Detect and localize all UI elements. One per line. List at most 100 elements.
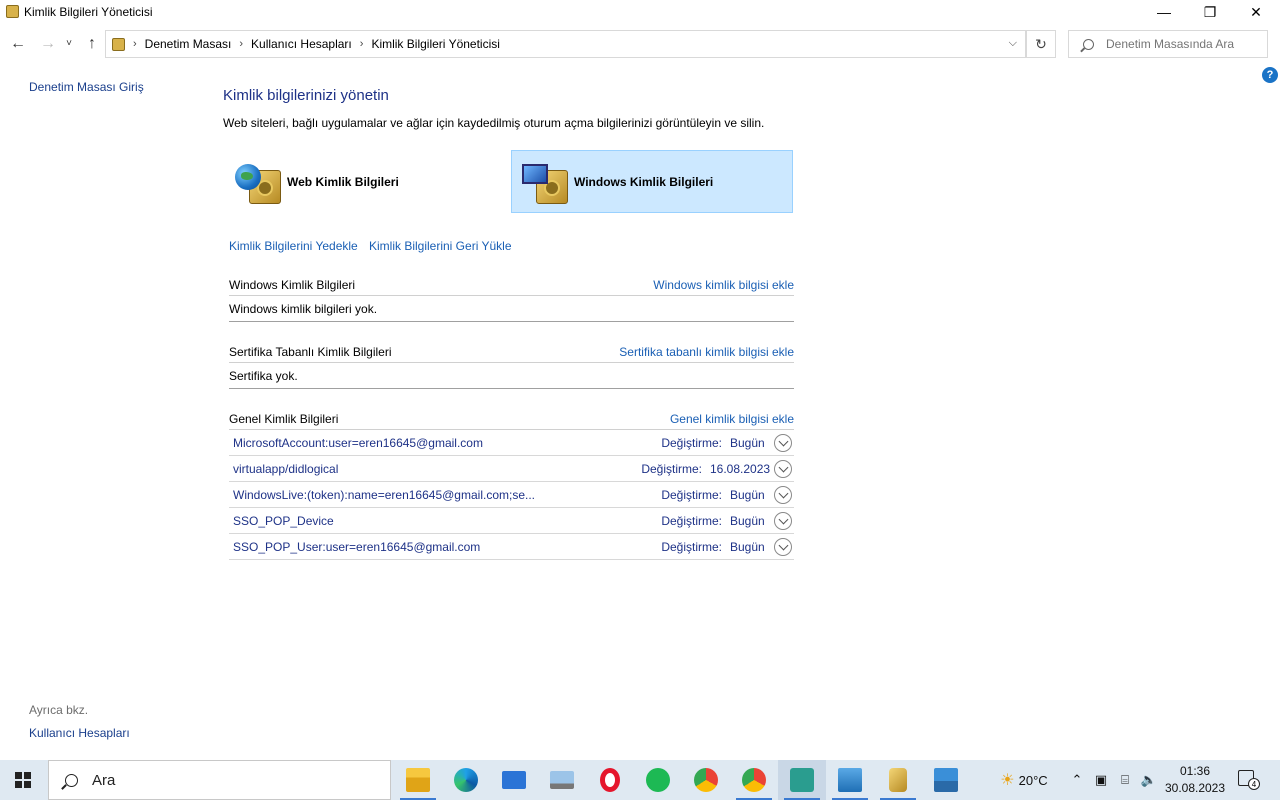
- credential-row[interactable]: virtualapp/didlogical Değiştirme: 16.08.…: [229, 456, 794, 482]
- add-windows-credential-link[interactable]: Windows kimlik bilgisi ekle: [653, 278, 794, 292]
- modified-label: Değiştirme:: [641, 461, 702, 476]
- credential-manager-icon: [6, 5, 19, 18]
- expand-chevron-icon[interactable]: [774, 537, 792, 556]
- security-app-icon[interactable]: [778, 760, 826, 800]
- close-button[interactable]: ✕: [1233, 0, 1279, 24]
- restore-button[interactable]: ❐: [1187, 0, 1233, 24]
- page-title: Kimlik bilgilerinizi yönetin: [223, 87, 389, 104]
- recent-locations-chevron-icon[interactable]: ˅: [62, 34, 76, 54]
- certificate-credentials-section: Sertifika Tabanlı Kimlik Bilgileri Serti…: [229, 341, 794, 389]
- monitor-vault-icon: [522, 158, 570, 206]
- restore-credentials-link[interactable]: Kimlik Bilgilerini Geri Yükle: [369, 239, 512, 253]
- taskbar-search-box[interactable]: Ara: [48, 760, 391, 800]
- breadcrumb-user-accounts[interactable]: Kullanıcı Hesapları: [251, 37, 352, 51]
- breadcrumb-separator-icon: ›: [133, 38, 137, 50]
- network-icon[interactable]: ⌸: [1114, 760, 1136, 800]
- start-button[interactable]: [0, 760, 46, 800]
- taskbar-search-text: Ara: [92, 771, 116, 789]
- credential-manager-icon[interactable]: [874, 760, 922, 800]
- edge-icon[interactable]: [442, 760, 490, 800]
- credential-row[interactable]: SSO_POP_Device Değiştirme: Bugün: [229, 508, 794, 534]
- notification-count-badge: 4: [1248, 778, 1260, 790]
- modified-label: Değiştirme:: [661, 539, 722, 554]
- search-input[interactable]: [1106, 37, 1256, 51]
- modified-label: Değiştirme:: [661, 487, 722, 502]
- address-bar-row: ← → ˅ ↑ › Denetim Masası › Kullanıcı Hes…: [0, 28, 1280, 60]
- web-credentials-label: Web Kimlik Bilgileri: [287, 174, 399, 189]
- empty-message: Windows kimlik bilgileri yok.: [229, 296, 794, 322]
- clock-date: 30.08.2023: [1164, 781, 1226, 795]
- web-credentials-tab[interactable]: Web Kimlik Bilgileri: [225, 150, 507, 213]
- credential-row[interactable]: WindowsLive:(token):name=eren16645@gmail…: [229, 482, 794, 508]
- modified-date: Bugün: [730, 487, 765, 502]
- credential-name: SSO_POP_Device: [233, 513, 334, 528]
- generic-credentials-section: Genel Kimlik Bilgileri Genel kimlik bilg…: [229, 408, 794, 560]
- mail-icon[interactable]: [490, 760, 538, 800]
- refresh-icon[interactable]: ↻: [1026, 30, 1056, 58]
- add-generic-credential-link[interactable]: Genel kimlik bilgisi ekle: [670, 412, 794, 426]
- notification-center-icon[interactable]: 4: [1238, 770, 1260, 790]
- taskbar: Ara ☀ 20°C ⌃ ▣ ⌸ 🔈 01:36 30.08.2023 4: [0, 760, 1280, 800]
- credential-row[interactable]: SSO_POP_User:user=eren16645@gmail.com De…: [229, 534, 794, 560]
- section-title: Genel Kimlik Bilgileri: [229, 411, 339, 426]
- empty-message: Sertifika yok.: [229, 363, 794, 389]
- control-panel-icon[interactable]: [826, 760, 874, 800]
- photos-icon[interactable]: [922, 760, 970, 800]
- help-icon[interactable]: ?: [1262, 67, 1278, 83]
- minimize-button[interactable]: —: [1141, 0, 1187, 24]
- weather-temperature: 20°C: [1018, 772, 1048, 788]
- modified-date: Bugün: [730, 539, 765, 554]
- up-arrow-icon[interactable]: ↑: [82, 34, 102, 54]
- address-field[interactable]: › Denetim Masası › Kullanıcı Hesapları ›…: [105, 30, 1026, 58]
- modified-date: Bugün: [730, 435, 765, 450]
- see-also-label: Ayrıca bkz.: [29, 703, 89, 717]
- tray-overflow-chevron-icon[interactable]: ⌃: [1068, 760, 1086, 800]
- page-description: Web siteleri, bağlı uygulamalar ve ağlar…: [223, 116, 765, 130]
- expand-chevron-icon[interactable]: [774, 459, 792, 478]
- expand-chevron-icon[interactable]: [774, 485, 792, 504]
- opera-icon[interactable]: [586, 760, 634, 800]
- credential-name: SSO_POP_User:user=eren16645@gmail.com: [233, 539, 481, 554]
- address-dropdown-icon[interactable]: ⌵: [1009, 37, 1017, 50]
- credential-name: MicrosoftAccount:user=eren16645@gmail.co…: [233, 435, 483, 450]
- windows-credentials-label: Windows Kimlik Bilgileri: [574, 174, 714, 189]
- tray-app-icon[interactable]: ▣: [1090, 760, 1112, 800]
- laptop-icon[interactable]: [538, 760, 586, 800]
- globe-vault-icon: [235, 158, 283, 206]
- clock-time: 01:36: [1179, 764, 1211, 778]
- backup-credentials-link[interactable]: Kimlik Bilgilerini Yedekle: [229, 239, 358, 253]
- modified-date: 16.08.2023: [710, 461, 771, 476]
- modified-label: Değiştirme:: [661, 513, 722, 528]
- volume-icon[interactable]: 🔈: [1138, 760, 1160, 800]
- credential-name: WindowsLive:(token):name=eren16645@gmail…: [233, 487, 535, 502]
- search-box[interactable]: [1068, 30, 1268, 58]
- spotify-icon[interactable]: [634, 760, 682, 800]
- window-title: Kimlik Bilgileri Yöneticisi: [24, 5, 153, 19]
- expand-chevron-icon[interactable]: [774, 511, 792, 530]
- breadcrumb-credential-manager[interactable]: Kimlik Bilgileri Yöneticisi: [371, 37, 499, 51]
- control-panel-folder-icon: [112, 37, 125, 51]
- breadcrumb-control-panel[interactable]: Denetim Masası: [145, 37, 232, 51]
- chrome-icon[interactable]: [682, 760, 730, 800]
- section-title: Windows Kimlik Bilgileri: [229, 277, 356, 292]
- breadcrumb-separator-icon: ›: [359, 38, 364, 50]
- modified-date: Bugün: [730, 513, 765, 528]
- weather-widget[interactable]: ☀ 20°C: [988, 760, 1060, 800]
- forward-arrow-icon[interactable]: →: [38, 34, 58, 54]
- credential-row[interactable]: MicrosoftAccount:user=eren16645@gmail.co…: [229, 430, 794, 456]
- modified-label: Değiştirme:: [661, 435, 722, 450]
- weather-partly-cloudy-icon: ☀: [1000, 772, 1015, 789]
- control-panel-home-link[interactable]: Denetim Masası Giriş: [29, 80, 144, 94]
- back-arrow-icon[interactable]: ←: [8, 34, 28, 54]
- breadcrumb-separator-icon: ›: [239, 38, 244, 50]
- file-explorer-icon[interactable]: [394, 760, 442, 800]
- chrome-profile-icon[interactable]: [730, 760, 778, 800]
- windows-credentials-section: Windows Kimlik Bilgileri Windows kimlik …: [229, 274, 794, 322]
- windows-credentials-tab[interactable]: Windows Kimlik Bilgileri: [511, 150, 793, 213]
- search-icon: [1083, 38, 1094, 50]
- expand-chevron-icon[interactable]: [774, 433, 792, 452]
- section-title: Sertifika Tabanlı Kimlik Bilgileri: [229, 344, 392, 359]
- add-certificate-credential-link[interactable]: Sertifika tabanlı kimlik bilgisi ekle: [619, 345, 794, 359]
- user-accounts-link[interactable]: Kullanıcı Hesapları: [29, 726, 130, 740]
- clock[interactable]: 01:36 30.08.2023: [1160, 763, 1230, 797]
